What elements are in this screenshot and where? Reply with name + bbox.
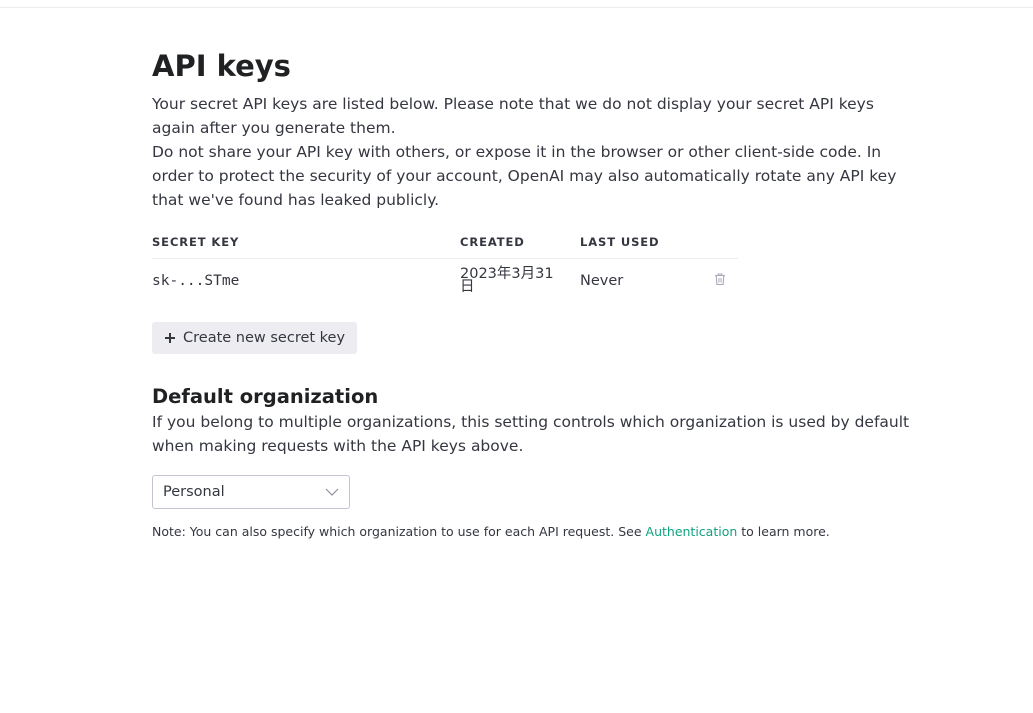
create-button-label: Create new secret key xyxy=(183,330,346,346)
header-last-used: LAST USED xyxy=(580,234,710,259)
create-new-secret-key-button[interactable]: Create new secret key xyxy=(152,322,358,354)
table-row: sk-...STme 2023年3月31日 Never xyxy=(152,259,738,304)
organization-select-value: Personal xyxy=(163,484,225,500)
note-prefix: Note: You can also specify which organiz… xyxy=(152,524,646,539)
last-used-value: Never xyxy=(580,273,624,289)
created-date: 2023年3月31日 xyxy=(460,266,554,295)
header-created: CREATED xyxy=(460,234,580,259)
api-keys-table: SECRET KEY CREATED LAST USED sk-...STme … xyxy=(152,234,738,303)
page-title: API keys xyxy=(152,49,291,83)
organization-note: Note: You can also specify which organiz… xyxy=(152,523,912,541)
intro-paragraph-1: Your secret API keys are listed below. P… xyxy=(152,95,874,137)
intro-paragraph-2: Do not share your API key with others, o… xyxy=(152,143,897,209)
row-actions xyxy=(710,259,738,304)
chevron-down-icon xyxy=(325,488,339,496)
created-date-cell: 2023年3月31日 xyxy=(460,259,580,304)
trash-icon[interactable] xyxy=(714,272,726,286)
header-secret-key: SECRET KEY xyxy=(152,234,460,259)
plus-icon xyxy=(165,333,175,343)
api-keys-page: API keys Your secret API keys are listed… xyxy=(152,40,912,541)
note-suffix: to learn more. xyxy=(737,524,830,539)
secret-key-value: sk-...STme xyxy=(152,273,240,289)
default-organization-description: If you belong to multiple organizations,… xyxy=(152,413,910,455)
table-header-row: SECRET KEY CREATED LAST USED xyxy=(152,234,738,259)
default-organization-heading: Default organization xyxy=(152,385,379,408)
header-actions xyxy=(710,234,738,259)
organization-select[interactable]: Personal xyxy=(152,475,350,509)
authentication-link[interactable]: Authentication xyxy=(646,524,738,539)
top-divider xyxy=(0,7,1033,8)
